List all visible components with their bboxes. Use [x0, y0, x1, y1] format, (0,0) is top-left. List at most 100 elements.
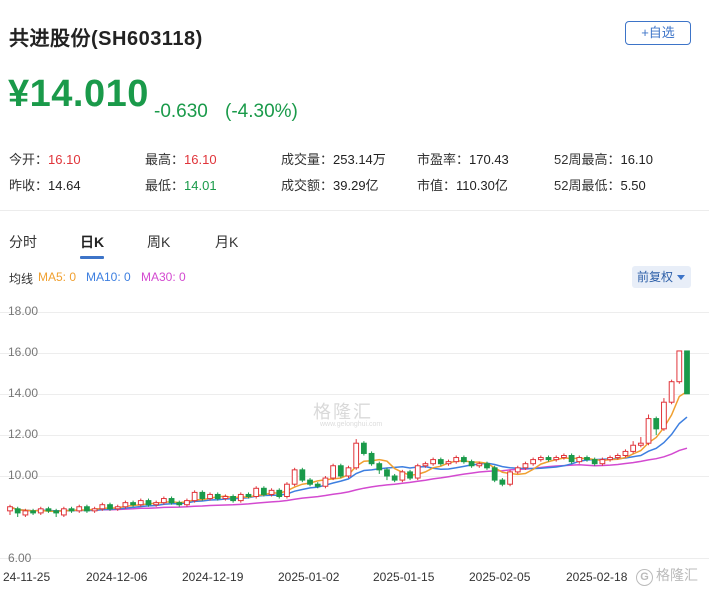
candle-body — [99, 504, 106, 510]
candle-body — [307, 479, 313, 485]
divider — [0, 210, 709, 211]
stat-open-value: 16.10 — [48, 152, 81, 167]
stat-52w-low-label: 52周最低： — [554, 178, 621, 193]
corner-logo: G 格隆汇 — [636, 565, 698, 586]
candle-body — [7, 506, 13, 512]
candle-body — [368, 452, 375, 465]
stat-52w-low: 52周最低：5.50 — [554, 175, 646, 194]
stat-low: 最低：14.01 — [145, 175, 217, 194]
stock-title: 共进股份(SH603118) — [9, 28, 203, 50]
candle-body — [414, 465, 421, 479]
candle-body — [160, 498, 167, 504]
y-tick: 10.00 — [8, 468, 39, 482]
ma10-line — [9, 416, 688, 512]
candle-body — [214, 493, 221, 500]
y-tick: 16.00 — [8, 345, 39, 359]
candle-body — [122, 502, 129, 508]
candle-body — [22, 510, 29, 516]
stat-prev-close-value: 14.64 — [48, 178, 81, 193]
stat-market-cap: 市值：110.30亿 — [417, 175, 508, 194]
price-change-percent: (-4.30%) — [225, 101, 298, 122]
tab-intraday[interactable]: 分时 — [9, 232, 37, 252]
candle-body — [145, 500, 152, 506]
candle-body — [291, 469, 298, 485]
candle-body — [91, 508, 98, 512]
candle-body — [330, 465, 336, 479]
candle-body — [114, 506, 121, 510]
candle-body — [345, 467, 352, 477]
stat-52w-low-value: 5.50 — [620, 178, 646, 193]
chevron-down-icon — [677, 275, 686, 281]
candle-body — [53, 510, 60, 514]
stat-prev-close-label: 昨收： — [9, 178, 49, 193]
x-tick: 24-11-25 — [3, 570, 51, 584]
stat-52w-high-label: 52周最高： — [554, 152, 621, 167]
x-tick: 2025-02-05 — [469, 570, 531, 584]
stat-pe-value: 170.43 — [469, 152, 509, 167]
tab-weekly-k[interactable]: 周K — [147, 232, 170, 252]
candle-body — [276, 489, 283, 498]
candle-body — [253, 487, 260, 498]
candle-body — [284, 483, 290, 497]
candle-body — [268, 489, 275, 495]
candle-body — [222, 496, 229, 500]
candle-body — [361, 442, 367, 454]
candle-body — [430, 459, 437, 465]
candle-body — [668, 381, 675, 403]
adjust-dropdown[interactable]: 前复权 — [632, 266, 691, 288]
candle-body — [137, 500, 144, 506]
candle-body — [230, 496, 236, 502]
candle-body — [391, 475, 398, 481]
candle-body — [245, 493, 252, 497]
x-tick: 2025-02-18 — [566, 570, 628, 584]
candle-body — [14, 508, 21, 514]
candle-body — [622, 450, 629, 456]
candle-body — [437, 459, 444, 465]
candle-body — [491, 467, 498, 481]
stat-market-cap-value: 110.30亿 — [456, 178, 508, 193]
stat-volume-value: 253.14万 — [333, 152, 386, 167]
candle-body — [484, 463, 490, 469]
stat-low-value: 14.01 — [184, 178, 217, 193]
candle-body — [576, 457, 583, 463]
candle-body — [507, 471, 513, 485]
candle-body — [545, 457, 552, 461]
ma-label: 均线 — [9, 272, 34, 286]
adjust-dropdown-label: 前复权 — [637, 270, 674, 284]
stat-high: 最高：16.10 — [145, 149, 217, 168]
stat-open-label: 今开： — [9, 152, 49, 167]
kline-chart[interactable] — [0, 300, 709, 565]
candle-body — [461, 457, 467, 463]
gelonghui-logo-icon: G — [636, 569, 653, 586]
tab-monthly-k[interactable]: 月K — [215, 232, 238, 252]
candle-body — [407, 471, 413, 479]
candle-body — [599, 459, 606, 465]
candle-body — [76, 506, 83, 512]
candle-body — [514, 467, 521, 473]
candle-body — [584, 457, 590, 461]
candle-body — [260, 487, 267, 495]
stat-prev-close: 昨收：14.64 — [9, 175, 81, 194]
candle-body — [207, 493, 213, 500]
candle-body — [299, 469, 306, 481]
candle-body — [184, 500, 190, 506]
candle-body — [168, 498, 175, 504]
candle-body — [591, 459, 598, 465]
candle-body — [45, 508, 52, 512]
add-watchlist-button[interactable]: +自选 — [625, 21, 691, 45]
tab-daily-k[interactable]: 日K — [80, 232, 104, 252]
stat-pe: 市盈率：170.43 — [417, 149, 509, 168]
y-tick: 12.00 — [8, 427, 39, 441]
candle-body — [499, 479, 506, 485]
candle-body — [661, 401, 667, 430]
stat-amount-label: 成交额： — [281, 178, 334, 193]
candle-body — [237, 493, 244, 502]
x-tick: 2025-01-02 — [278, 570, 340, 584]
candle-body — [30, 510, 36, 514]
stat-amount-value: 39.29亿 — [333, 178, 379, 193]
stat-high-value: 16.10 — [184, 152, 217, 167]
candle-body — [68, 508, 75, 512]
x-tick: 2024-12-06 — [86, 570, 148, 584]
tab-active-indicator — [80, 256, 104, 259]
candle-body — [384, 469, 390, 477]
